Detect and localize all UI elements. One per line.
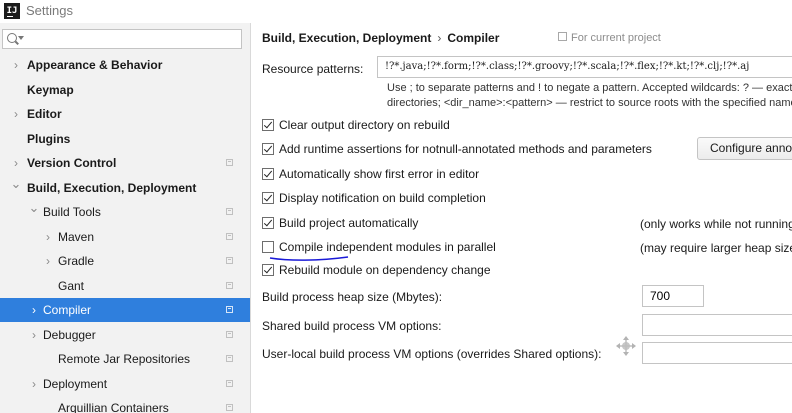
project-level-icon <box>226 257 233 264</box>
breadcrumb-current: Compiler <box>447 31 500 45</box>
sidebar-item-label: Debugger <box>43 327 96 342</box>
sidebar-item-label: Build Tools <box>43 205 101 219</box>
chevron-down-icon[interactable]: ⌄ <box>10 172 22 196</box>
sidebar-item-label: Compiler <box>43 303 92 317</box>
sidebar-item-appearance-behavior[interactable]: › Appearance & Behavior <box>0 53 250 77</box>
project-level-icon <box>226 330 233 338</box>
sidebar-item-build-tools[interactable]: ⌄ Build Tools <box>0 200 250 224</box>
title-bar: IJ Settings <box>0 0 792 23</box>
clear-output-label: Clear output directory on rebuild <box>279 118 450 132</box>
sidebar-item-label: Keymap <box>27 82 74 97</box>
user-vm-options-input[interactable] <box>642 342 792 364</box>
chevron-right-icon[interactable]: › <box>28 323 40 347</box>
sidebar-item-label: Gant <box>58 278 85 293</box>
sidebar-item-label: Maven <box>58 229 95 244</box>
resource-patterns-input[interactable]: !?*.java;!?*.form;!?*.class;!?*.groovy;!… <box>377 56 792 78</box>
breadcrumb-parent: Build, Execution, Deployment <box>262 31 432 45</box>
scope-note: For current project <box>558 32 661 44</box>
window-title: Settings <box>26 3 73 18</box>
intellij-idea-icon: IJ <box>4 3 20 19</box>
build-automatically-checkbox[interactable] <box>262 217 274 229</box>
sidebar-item-gant[interactable]: Gant <box>0 274 250 298</box>
sidebar-item-label: Appearance & Behavior <box>27 58 163 72</box>
sidebar-item-arquillian-containers[interactable]: Arquillian Containers <box>0 396 250 413</box>
sidebar-item-label: Build, Execution, Deployment <box>27 180 197 195</box>
heap-size-label: Build process heap size (Mbytes): <box>262 290 443 304</box>
project-level-icon <box>226 208 233 215</box>
build-automatically-note: (only works while not running / debuggin… <box>640 217 792 231</box>
build-automatically-label: Build project automatically <box>279 216 419 230</box>
sidebar-item-label: Version Control <box>27 156 117 170</box>
chevron-right-icon[interactable]: › <box>10 102 22 126</box>
move-cursor-icon <box>616 336 636 356</box>
rebuild-on-change-checkbox[interactable] <box>262 264 274 276</box>
runtime-assertions-label: Add runtime assertions for notnull-annot… <box>279 142 652 156</box>
chevron-right-icon[interactable]: › <box>42 249 54 273</box>
runtime-assertions-checkbox[interactable] <box>262 143 274 155</box>
sidebar-item-editor[interactable]: › Editor <box>0 102 250 126</box>
sidebar-item-label: Arquillian Containers <box>58 401 169 413</box>
compile-parallel-note: (may require larger heap size) <box>640 241 792 255</box>
sidebar-item-maven[interactable]: › Maven <box>0 225 250 249</box>
clear-output-checkbox[interactable] <box>262 119 274 131</box>
chevron-right-icon[interactable]: › <box>10 53 22 77</box>
chevron-right-icon[interactable]: › <box>28 372 40 396</box>
search-icon <box>7 33 17 43</box>
sidebar-item-version-control[interactable]: › Version Control <box>0 151 250 175</box>
resource-patterns-label: Resource patterns: <box>262 62 364 76</box>
project-level-icon <box>226 306 233 313</box>
breadcrumb: Build, Execution, Deployment › Compiler <box>262 31 499 45</box>
heap-size-input[interactable] <box>642 285 704 307</box>
user-vm-options-label: User-local build process VM options (ove… <box>262 347 602 361</box>
breadcrumb-separator: › <box>437 31 442 45</box>
scope-note-text: For current project <box>571 32 661 44</box>
shared-vm-options-label: Shared build process VM options: <box>262 319 442 333</box>
chevron-down-icon[interactable]: ⌄ <box>28 196 40 220</box>
sidebar-item-deployment[interactable]: › Deployment <box>0 372 250 396</box>
sidebar-item-label: Deployment <box>43 376 108 391</box>
show-first-error-label: Automatically show first error in editor <box>279 167 480 181</box>
settings-search-input[interactable] <box>2 29 242 49</box>
configure-annotations-button[interactable]: Configure annotations... <box>697 137 792 160</box>
sidebar-item-gradle[interactable]: › Gradle <box>0 249 250 273</box>
compiler-settings-panel: Build, Execution, Deployment › Compiler Fo… <box>251 23 792 413</box>
sidebar-item-label: Plugins <box>27 131 71 146</box>
project-level-icon <box>226 379 233 387</box>
chevron-right-icon[interactable]: › <box>28 298 40 322</box>
sidebar-item-label: Editor <box>27 107 62 121</box>
project-level-icon <box>226 355 233 362</box>
compile-parallel-label: Compile independent modules in parallel <box>279 240 496 254</box>
project-scope-icon <box>558 32 567 41</box>
chevron-right-icon[interactable]: › <box>42 225 54 249</box>
rebuild-on-change-label: Rebuild module on dependency change <box>279 263 491 277</box>
display-notification-checkbox[interactable] <box>262 192 274 204</box>
shared-vm-options-input[interactable] <box>642 314 792 336</box>
sidebar-item-compiler[interactable]: › Compiler <box>0 298 250 322</box>
settings-sidebar: › Appearance & Behavior Keymap › Editor Plugi… <box>0 23 251 413</box>
resource-patterns-hint-line2: directories; <dir_name>:<pattern> — rest… <box>387 97 792 109</box>
project-level-icon <box>226 281 233 289</box>
project-level-icon <box>226 232 233 240</box>
display-notification-label: Display notification on build completion <box>279 191 486 205</box>
compile-parallel-checkbox[interactable] <box>262 241 274 253</box>
show-first-error-checkbox[interactable] <box>262 168 274 180</box>
sidebar-item-plugins[interactable]: Plugins <box>0 127 250 151</box>
project-level-icon <box>226 404 233 411</box>
sidebar-item-debugger[interactable]: › Debugger <box>0 323 250 347</box>
sidebar-item-keymap[interactable]: Keymap <box>0 78 250 102</box>
resource-patterns-hint-line1: Use ; to separate patterns and ! to nega… <box>387 82 792 94</box>
sidebar-item-label: Remote Jar Repositories <box>58 352 191 366</box>
sidebar-item-label: Gradle <box>58 254 95 268</box>
sidebar-item-remote-jar-repositories[interactable]: Remote Jar Repositories <box>0 347 250 371</box>
project-level-icon <box>226 159 233 166</box>
search-history-dropdown-icon[interactable] <box>18 36 24 40</box>
